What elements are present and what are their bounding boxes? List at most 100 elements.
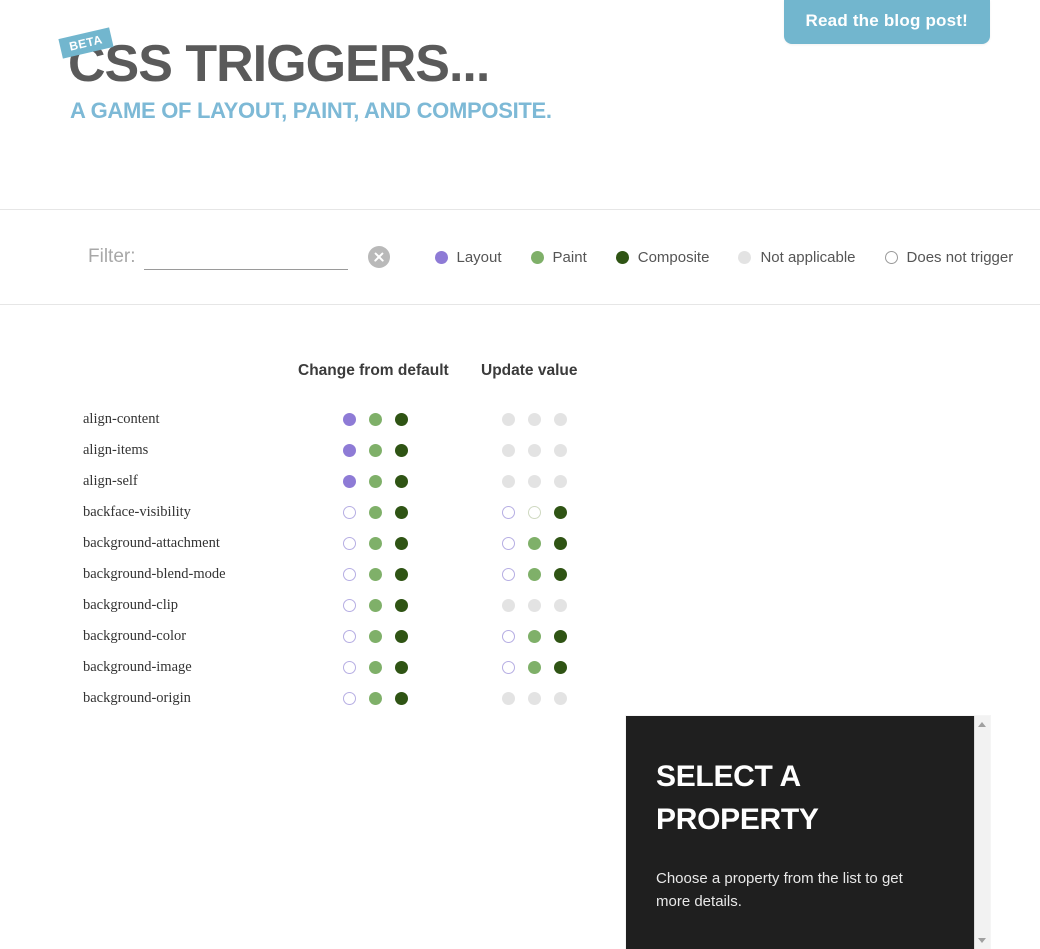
update-dot-na (528, 413, 541, 426)
property-name[interactable]: background-image (83, 652, 192, 683)
scroll-down-arrow-icon[interactable] (978, 938, 986, 943)
property-name[interactable]: background-color (83, 621, 186, 652)
scroll-up-arrow-icon[interactable] (978, 722, 986, 727)
legend-label: Not applicable (760, 248, 856, 266)
filter-label: Filter: (88, 246, 136, 267)
change-dot-composite (395, 444, 408, 457)
legend-item-composite: Composite (615, 248, 710, 266)
change-dot-no-layout (343, 599, 356, 612)
property-name[interactable]: background-blend-mode (83, 559, 226, 590)
table-row[interactable]: background-image (0, 652, 1040, 683)
update-dot-composite (554, 661, 567, 674)
legend-item-layout: Layout (434, 248, 502, 266)
update-dot-composite (554, 630, 567, 643)
update-dot-na (554, 444, 567, 457)
table-row[interactable]: backface-visibility (0, 497, 1040, 528)
update-dot-paint (528, 661, 541, 674)
update-dot-no-layout (502, 630, 515, 643)
property-name[interactable]: align-items (83, 435, 148, 466)
change-dot-no-layout (343, 506, 356, 519)
change-dot-composite (395, 692, 408, 705)
table-row[interactable]: background-clip (0, 590, 1040, 621)
property-name[interactable]: align-content (83, 404, 160, 435)
legend-label: Paint (552, 248, 587, 266)
property-detail-panel: SELECT A PROPERTY Choose a property from… (626, 716, 990, 949)
change-dot-paint (369, 599, 382, 612)
update-dot-composite (554, 506, 567, 519)
paint-dot-icon (530, 250, 544, 264)
property-list: align-content align-items align-self backfa… (0, 404, 1040, 714)
column-headers: Change from default Update value (0, 362, 1040, 392)
update-dot-na (528, 599, 541, 612)
legend-label: Layout (456, 248, 502, 266)
property-name[interactable]: background-clip (83, 590, 178, 621)
not-applicable-dot-icon (738, 250, 752, 264)
table-row[interactable]: align-self (0, 466, 1040, 497)
does-not-trigger-dot-icon (884, 250, 898, 264)
change-dot-composite (395, 661, 408, 674)
detail-panel-title: SELECT A PROPERTY (656, 760, 819, 836)
legend-item-paint: Paint (530, 248, 587, 266)
detail-panel-content: SELECT A PROPERTY Choose a property from… (626, 716, 974, 949)
change-dot-composite (395, 568, 408, 581)
clear-filter-icon[interactable] (367, 246, 390, 268)
property-name[interactable]: background-origin (83, 683, 191, 714)
change-dot-paint (369, 661, 382, 674)
table-row[interactable]: background-color (0, 621, 1040, 652)
legend-label: Composite (637, 248, 710, 266)
page-title: CSS TRIGGERS... (68, 35, 490, 93)
update-dot-na (554, 413, 567, 426)
table-row[interactable]: background-origin (0, 683, 1040, 714)
update-dot-na (528, 692, 541, 705)
property-name[interactable]: backface-visibility (83, 497, 191, 528)
table-row[interactable]: background-attachment (0, 528, 1040, 559)
change-dot-composite (395, 630, 408, 643)
detail-panel-scrollbar[interactable] (974, 716, 990, 949)
layout-dot-icon (434, 250, 448, 264)
change-dot-no-layout (343, 661, 356, 674)
update-dot-na (502, 599, 515, 612)
column-header-change-from-default: Change from default (298, 362, 449, 379)
main-content: Change from default Update value align-c… (0, 305, 1040, 949)
change-dot-paint (369, 568, 382, 581)
change-dot-paint (369, 506, 382, 519)
search-input[interactable] (143, 244, 348, 270)
table-row[interactable]: align-items (0, 435, 1040, 466)
change-dot-no-layout (343, 537, 356, 550)
change-dot-no-layout (343, 692, 356, 705)
table-row[interactable]: background-blend-mode (0, 559, 1040, 590)
update-dot-na (528, 444, 541, 457)
update-dot-na (554, 475, 567, 488)
detail-panel-description: Choose a property from the list to get m… (656, 870, 903, 911)
change-dot-composite (395, 506, 408, 519)
change-dot-paint (369, 537, 382, 550)
change-dot-layout (343, 413, 356, 426)
table-row[interactable]: align-content (0, 404, 1040, 435)
property-name[interactable]: align-self (83, 466, 138, 497)
legend: Layout Paint Composite Not applicable Do… (434, 248, 1014, 266)
change-dot-paint (369, 413, 382, 426)
property-name[interactable]: background-attachment (83, 528, 220, 559)
update-dot-composite (554, 537, 567, 550)
update-dot-no-paint (528, 506, 541, 519)
update-dot-paint (528, 568, 541, 581)
update-dot-na (554, 599, 567, 612)
change-dot-composite (395, 599, 408, 612)
update-dot-paint (528, 537, 541, 550)
composite-dot-icon (615, 250, 629, 264)
legend-label: Does not trigger (906, 248, 1014, 266)
page-header: Read the blog post! BETA CSS TRIGGERS...… (0, 0, 1040, 210)
change-dot-composite (395, 413, 408, 426)
legend-item-not-applicable: Not applicable (738, 248, 856, 266)
update-dot-na (502, 692, 515, 705)
update-dot-na (502, 444, 515, 457)
filter-group: Filter: (88, 244, 390, 270)
update-dot-no-layout (502, 537, 515, 550)
update-dot-na (528, 475, 541, 488)
change-dot-paint (369, 444, 382, 457)
read-blog-post-button[interactable]: Read the blog post! (783, 0, 990, 44)
change-dot-composite (395, 475, 408, 488)
update-dot-no-layout (502, 661, 515, 674)
change-dot-layout (343, 475, 356, 488)
change-dot-paint (369, 630, 382, 643)
